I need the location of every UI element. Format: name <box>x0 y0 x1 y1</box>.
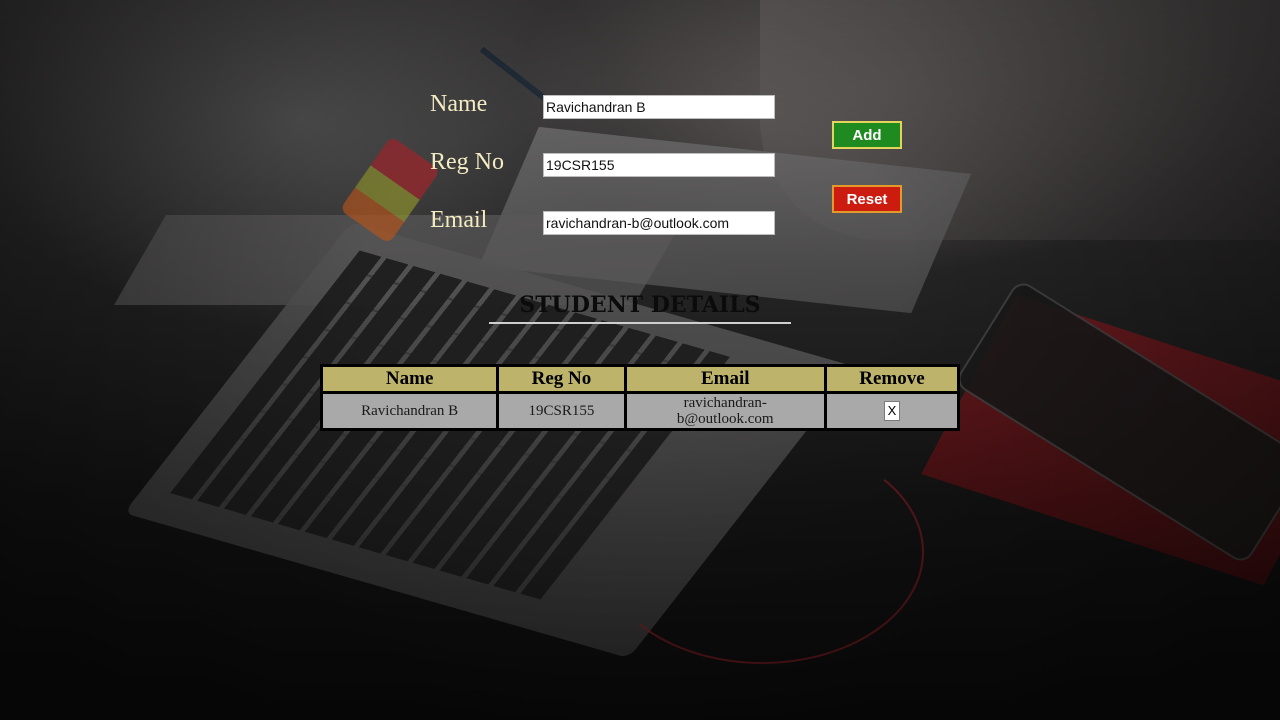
email-input[interactable] <box>543 211 775 235</box>
add-button[interactable]: Add <box>832 121 902 149</box>
name-label: Name <box>430 91 488 117</box>
cell-name: Ravichandran B <box>319 391 500 431</box>
header-reg-no: Reg No <box>496 364 627 394</box>
reset-button[interactable]: Reset <box>832 185 902 213</box>
student-details-heading: STUDENT DETAILS <box>519 292 761 318</box>
cell-remove: X <box>823 391 961 431</box>
reg-no-label: Reg No <box>430 149 504 175</box>
heading-underline <box>489 322 791 324</box>
reg-no-input[interactable] <box>543 153 775 177</box>
header-name: Name <box>319 364 500 394</box>
cell-email: ravichandran-b@outlook.com <box>623 391 827 431</box>
cell-reg-no: 19CSR155 <box>496 391 627 431</box>
header-email: Email <box>623 364 827 394</box>
name-input[interactable] <box>543 95 775 119</box>
table-row: Ravichandran B 19CSR155 ravichandran-b@o… <box>319 391 961 431</box>
table-header-row: Name Reg No Email Remove <box>319 364 961 394</box>
remove-row-button[interactable]: X <box>883 401 900 421</box>
student-table: Name Reg No Email Remove Ravichandran B … <box>319 364 961 431</box>
email-label: Email <box>430 207 488 233</box>
header-remove: Remove <box>823 364 961 394</box>
